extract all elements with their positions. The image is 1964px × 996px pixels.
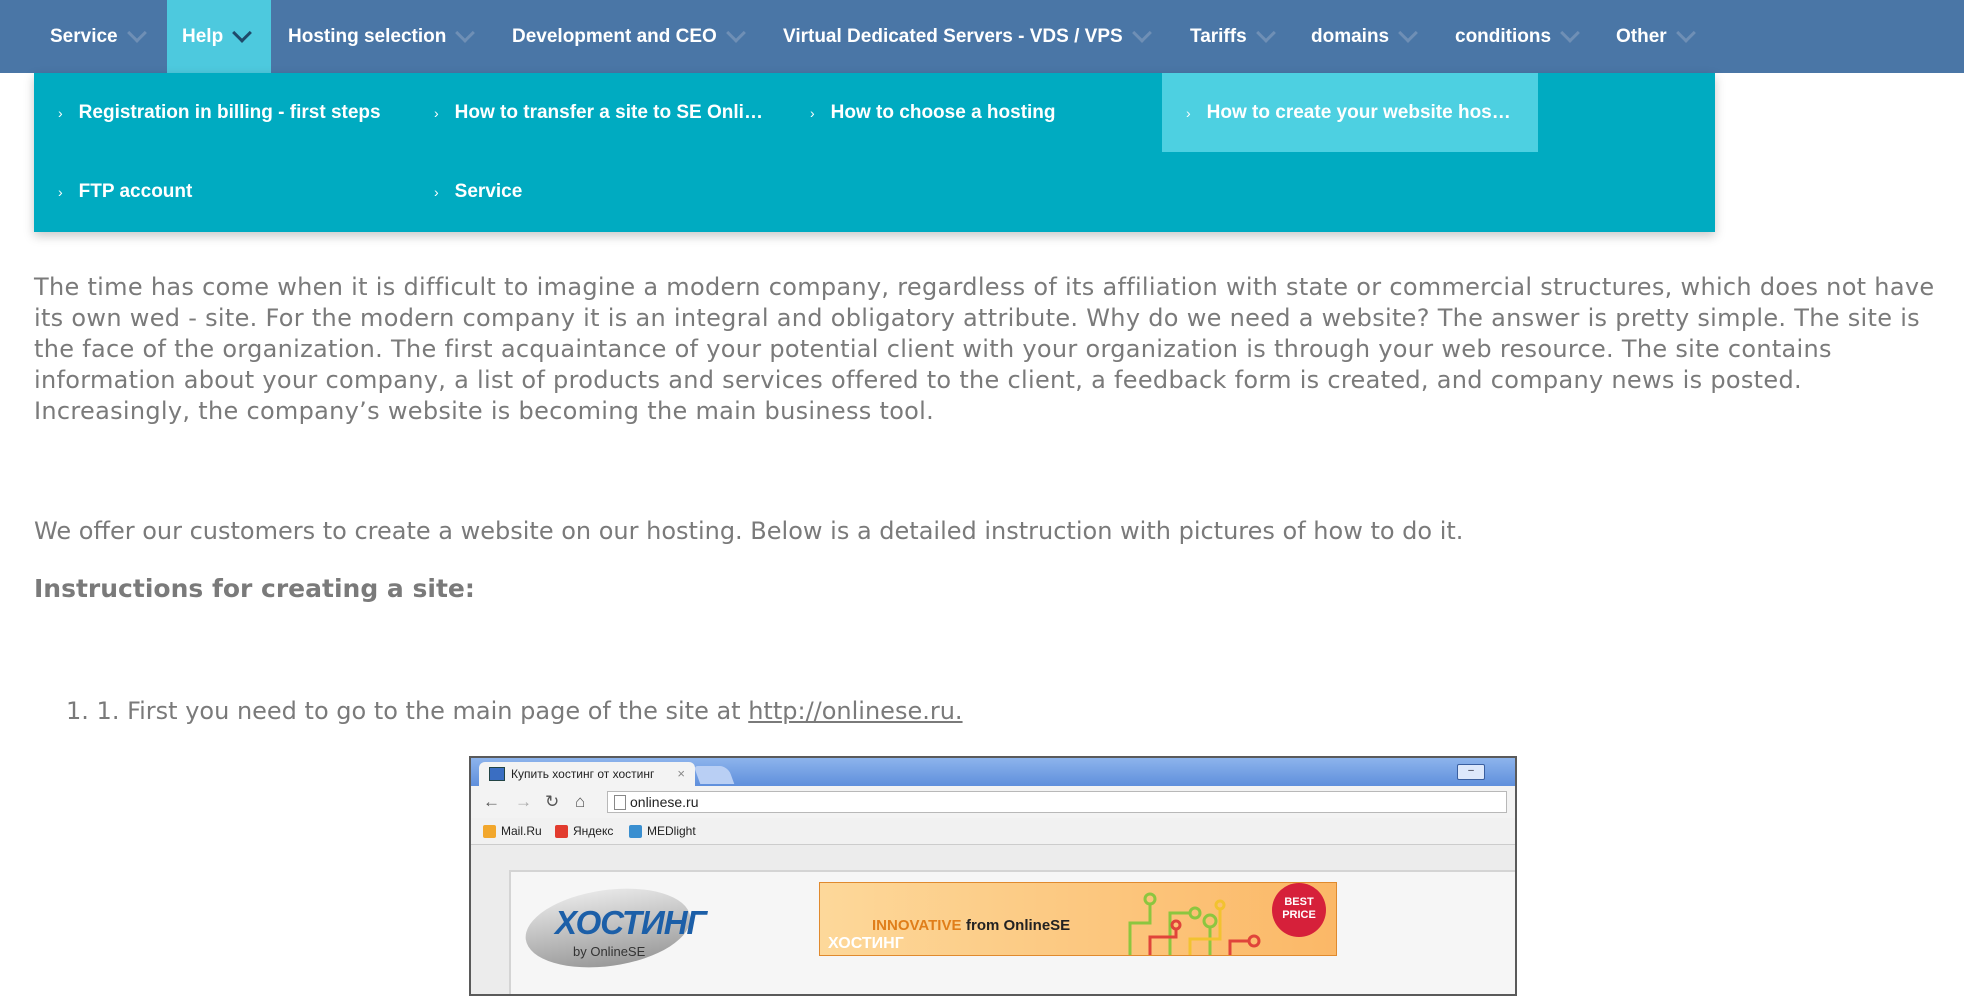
chevron-down-icon xyxy=(1398,23,1419,43)
intro-paragraph: The time has come when it is difficult t… xyxy=(34,273,1935,425)
banner-innovative: INNOVATIVE xyxy=(872,917,962,934)
logo-text: ХОСТИНГ xyxy=(555,904,707,941)
nav-item-label: Tariffs xyxy=(1190,25,1247,47)
hosting-logo: ХОСТИНГ by OnlineSE xyxy=(520,878,707,978)
bookmark-label: Mail.Ru xyxy=(501,824,542,838)
browser-address-bar: onlinese.ru xyxy=(607,791,1507,813)
monitor-icon xyxy=(489,767,505,781)
nav-item-label: domains xyxy=(1311,25,1390,47)
chevron-down-icon xyxy=(1675,23,1696,43)
nav-item-tariffs[interactable]: Tariffs xyxy=(1190,0,1276,73)
circuit-graphic xyxy=(1128,892,1261,955)
banner-hosting: ХОСТИНГ xyxy=(828,935,904,952)
bookmark-label: Яндекс xyxy=(573,824,614,838)
mailru-icon xyxy=(483,824,496,838)
dropdown-item-label: How to choose a hosting xyxy=(830,101,1056,123)
help-dropdown-menu: › Registration in billing - first steps ›… xyxy=(34,73,1715,232)
chevron-down-icon xyxy=(1131,23,1152,43)
dropdown-item-service[interactable]: › Service xyxy=(410,152,786,231)
bookmark-item: Mail.Ru xyxy=(483,824,542,838)
chevron-right-icon: › xyxy=(58,104,63,121)
nav-item-label: Virtual Dedicated Servers - VDS / VPS xyxy=(783,25,1123,47)
dropdown-item-label: FTP account xyxy=(78,180,193,202)
nav-item-label: Service xyxy=(50,25,118,47)
dropdown-item-label: How to transfer a site to SE Onli… xyxy=(454,101,763,123)
dropdown-item-label: Registration in billing - first steps xyxy=(78,101,381,123)
nav-item-development-and-ceo[interactable]: Development and CEO xyxy=(512,0,746,73)
nav-item-help[interactable]: Help xyxy=(167,0,271,73)
nav-item-label: Help xyxy=(182,25,224,47)
onlinese-link[interactable]: http://onlinese.ru. xyxy=(748,697,962,725)
medlight-icon xyxy=(629,824,642,838)
chevron-right-icon: › xyxy=(434,183,439,200)
nav-item-other[interactable]: Other xyxy=(1616,0,1696,73)
nav-item-domains[interactable]: domains xyxy=(1311,0,1419,73)
dropdown-item-transfer-site[interactable]: › How to transfer a site to SE Onli… xyxy=(410,73,786,152)
browser-url: onlinese.ru xyxy=(630,794,699,810)
back-arrow-icon: ← xyxy=(483,792,500,811)
nav-item-conditions[interactable]: conditions xyxy=(1455,0,1580,73)
dropdown-item-label: How to create your website hos… xyxy=(1206,101,1511,123)
chevron-down-icon xyxy=(126,23,147,43)
list-number: 1. xyxy=(66,697,89,725)
document-icon xyxy=(614,795,626,810)
nav-item-label: Other xyxy=(1616,25,1667,47)
chevron-down-icon xyxy=(725,23,746,43)
nav-item-label: Development and CEO xyxy=(512,25,717,47)
chevron-down-icon xyxy=(455,23,476,43)
chevron-down-icon xyxy=(1255,23,1276,43)
list-item: 1. 1. First you need to go to the main p… xyxy=(66,696,963,727)
logo-subtext: by OnlineSE xyxy=(573,944,646,959)
top-navigation: Service Help Hosting selection Developme… xyxy=(0,0,1964,73)
reload-icon: ↻ xyxy=(545,792,560,811)
instruction-screenshot-image: Купить хостинг от хостинг × – ← → ↻ ⌂ on… xyxy=(469,756,1517,996)
home-icon: ⌂ xyxy=(575,792,586,811)
browser-page-content: ХОСТИНГ by OnlineSE INNOVATIVE from Onli… xyxy=(509,870,1515,994)
chevron-right-icon: › xyxy=(810,104,815,121)
instructions-heading: Instructions for creating a site: xyxy=(34,574,475,603)
close-icon: × xyxy=(677,766,685,781)
banner-from: from OnlineSE xyxy=(966,917,1071,934)
yandex-icon xyxy=(555,824,568,838)
nav-item-service[interactable]: Service xyxy=(34,0,160,73)
step-text: 1. First you need to go to the main page… xyxy=(96,697,749,725)
dropdown-item-ftp-account[interactable]: › FTP account xyxy=(34,152,410,231)
bookmarks-bar: Mail.Ru Яндекс MEDlight xyxy=(471,818,1515,845)
dropdown-item-create-website[interactable]: › How to create your website hos… xyxy=(1162,73,1538,152)
chevron-right-icon: › xyxy=(1186,104,1191,121)
dropdown-item-label: Service xyxy=(454,180,523,202)
bookmark-item: Яндекс xyxy=(555,824,613,838)
bookmark-item: MEDlight xyxy=(629,824,696,838)
chevron-down-icon xyxy=(1560,23,1580,43)
browser-tab-title: Купить хостинг от хостинг xyxy=(511,767,655,781)
chevron-right-icon: › xyxy=(434,104,439,121)
promo-banner: INNOVATIVE from OnlineSE ХОСТИНГ BEST PR… xyxy=(819,882,1337,956)
nav-item-vds-vps[interactable]: Virtual Dedicated Servers - VDS / VPS xyxy=(783,0,1152,73)
chevron-right-icon: › xyxy=(58,183,63,200)
forward-arrow-icon: → xyxy=(515,792,532,811)
minimize-icon: – xyxy=(1457,764,1485,780)
dropdown-item-registration-in-billing[interactable]: › Registration in billing - first steps xyxy=(34,73,410,152)
browser-tab: Купить хостинг от хостинг × xyxy=(479,762,695,786)
nav-item-hosting-selection[interactable]: Hosting selection xyxy=(288,0,476,73)
bookmark-label: MEDlight xyxy=(647,824,696,838)
offer-paragraph: We offer our customers to create a websi… xyxy=(34,517,1464,545)
nav-item-label: Hosting selection xyxy=(288,25,447,47)
nav-item-label: conditions xyxy=(1455,25,1552,47)
dropdown-item-choose-hosting[interactable]: › How to choose a hosting xyxy=(786,73,1162,152)
chevron-down-icon xyxy=(232,23,253,43)
best-price-badge: BEST PRICE xyxy=(1272,883,1326,937)
